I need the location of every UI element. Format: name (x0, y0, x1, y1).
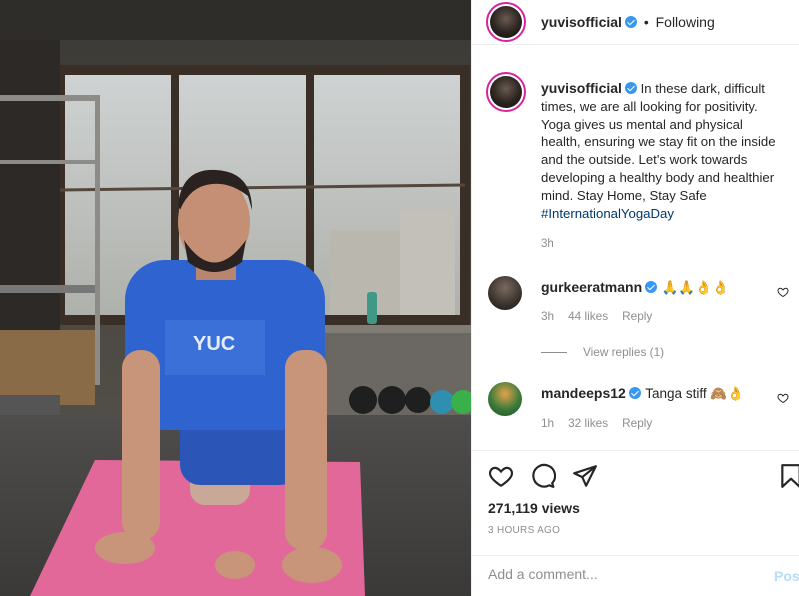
comment-reply-button[interactable]: Reply (622, 416, 652, 430)
hashtag-link[interactable]: #InternationalYogaDay (541, 206, 674, 221)
comment-username-link[interactable]: gurkeeratmann (541, 279, 642, 295)
comment-text: 🙏🙏👌👌 (661, 280, 729, 295)
commenter-avatar[interactable] (488, 276, 522, 310)
post-caption: yuvisofficial In these dark, difficult t… (541, 80, 786, 222)
verified-badge-icon (628, 387, 641, 399)
post-actions-section: 271,119 views 3 HOURS AGO Post (472, 450, 799, 596)
comment-item: mandeeps12 Tanga stiff 🙈👌 (541, 385, 771, 403)
verified-badge-icon (645, 281, 658, 293)
header-separator: • (643, 14, 649, 30)
commenter-avatar[interactable] (488, 382, 522, 416)
caption-author-link[interactable]: yuvisofficial (541, 80, 622, 96)
video-frame-yoga: YUC (0, 0, 471, 596)
add-comment-bar: Post (472, 555, 799, 596)
add-comment-input[interactable] (488, 566, 748, 582)
paper-plane-icon[interactable] (572, 463, 598, 489)
comment-time[interactable]: 3h (541, 309, 554, 323)
comment-like-heart-icon[interactable] (777, 392, 789, 404)
comment-item: gurkeeratmann 🙏🙏👌👌 (541, 279, 771, 297)
view-count[interactable]: 271,119 views (488, 500, 580, 516)
comment-like-heart-icon[interactable] (777, 286, 789, 298)
view-replies-button[interactable]: View replies (1) (541, 345, 664, 359)
comment-likes[interactable]: 32 likes (568, 416, 608, 430)
comment-icon[interactable] (530, 463, 556, 489)
bookmark-icon[interactable] (778, 463, 799, 489)
comment-username-link[interactable]: mandeeps12 (541, 385, 626, 401)
heart-icon[interactable] (488, 463, 514, 489)
post-comment-button[interactable]: Post (774, 568, 799, 584)
comment-meta: 1h 32 likes Reply (541, 416, 666, 430)
verified-badge-icon (624, 16, 637, 28)
verified-badge-icon (624, 82, 637, 94)
post-header: yuvisofficial • Following (472, 0, 799, 45)
author-avatar[interactable] (486, 2, 526, 42)
comment-reply-button[interactable]: Reply (622, 309, 652, 323)
comment-likes[interactable]: 44 likes (568, 309, 608, 323)
caption-text: In these dark, difficult times, we are a… (541, 81, 776, 203)
view-replies-label: View replies (1) (583, 345, 665, 359)
comment-time[interactable]: 1h (541, 416, 554, 430)
comment-meta: 3h 44 likes Reply (541, 309, 666, 323)
header-author-line: yuvisofficial • Following (541, 14, 715, 30)
comment-text: Tanga stiff 🙈👌 (645, 386, 744, 401)
post-media-video[interactable]: YUC (0, 0, 471, 596)
caption-author-avatar[interactable] (486, 72, 526, 112)
caption-timestamp[interactable]: 3h (541, 238, 554, 250)
post-timestamp[interactable]: 3 HOURS AGO (488, 525, 560, 536)
svg-text:YUC: YUC (193, 333, 235, 355)
author-username-link[interactable]: yuvisofficial (541, 14, 622, 30)
post-details-panel: yuvisofficial • Following yuvisofficial … (471, 0, 799, 596)
replies-divider-line (541, 352, 567, 354)
following-button[interactable]: Following (656, 14, 715, 30)
